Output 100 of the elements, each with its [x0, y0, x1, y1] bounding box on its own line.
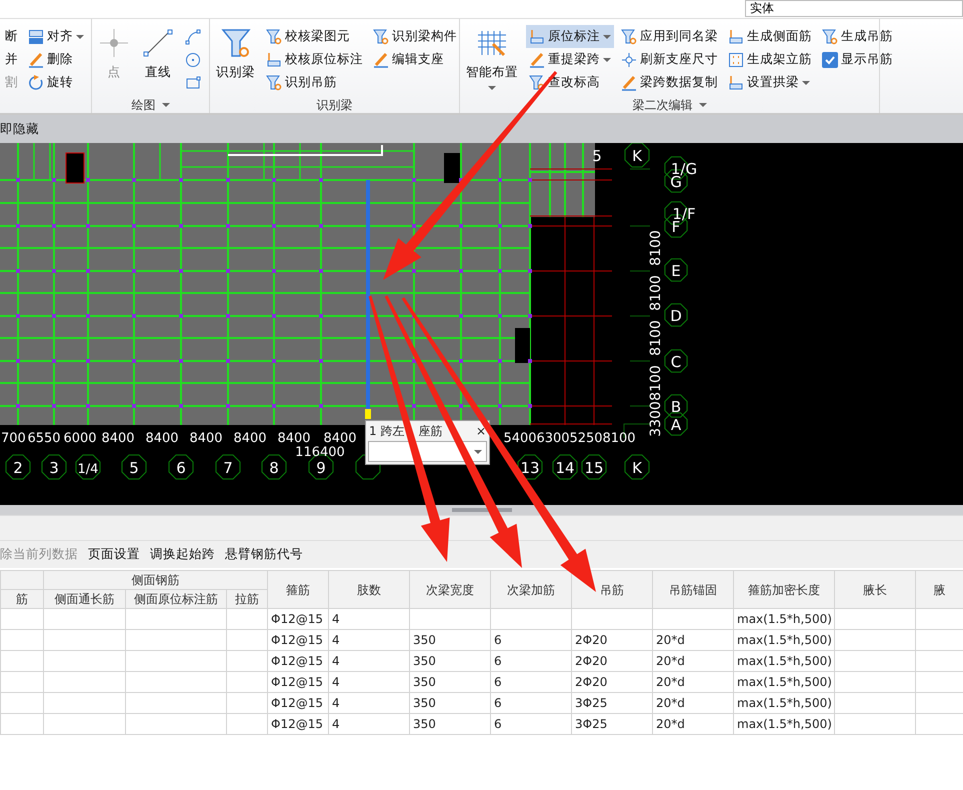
ribbon-button[interactable]: 生成架立筋 [725, 48, 815, 71]
axis-label: 5 [129, 459, 139, 477]
ribbon-button[interactable]: 生成吊筋 [819, 25, 896, 48]
axis-label: 8 [269, 459, 279, 477]
table-cell: 20*d [652, 714, 734, 734]
point-icon [98, 27, 130, 59]
column-header: 拉筋 [226, 590, 268, 608]
table-cell: 6 [490, 692, 572, 714]
toolbar-button[interactable]: 悬臂钢筋代号 [225, 545, 303, 564]
ribbon-button[interactable]: 原位标注 [526, 25, 614, 48]
dimension-label: 8100 [648, 230, 664, 266]
group-label[interactable]: 梁二次编辑 [632, 94, 706, 116]
search-field[interactable]: 实体 [745, 0, 963, 17]
close-button[interactable]: × [476, 422, 486, 440]
ribbon-button[interactable]: 旋转 [25, 71, 87, 94]
table-cell: 3Φ25 [572, 692, 653, 714]
ribbon-button[interactable]: 校核原位标注 [263, 48, 366, 71]
beam-icon [266, 52, 282, 68]
table-cell: Φ12@15 [268, 650, 329, 672]
funnel-icon [266, 74, 282, 90]
axis-label: 14 [555, 459, 575, 477]
axis-label: C [670, 353, 682, 371]
group-label[interactable]: 识别梁 [316, 94, 352, 116]
column-header: 次梁加筋 [490, 570, 572, 608]
table-cell: max(1.5*h,500) [734, 608, 835, 630]
table-cell: 3Φ25 [572, 714, 653, 734]
axis-label: 5 [592, 147, 602, 165]
column-header: 侧面原位标注筋 [126, 590, 226, 608]
ribbon-button[interactable]: 直线 [138, 25, 178, 84]
axis-label: A [670, 416, 682, 434]
popup-title: 座筋 [418, 423, 442, 440]
funnel-icon [621, 28, 637, 44]
table-cell: 2Φ20 [572, 672, 653, 692]
ribbon-button[interactable]: 智能布置 [462, 25, 522, 92]
table-cell: 350 [410, 630, 491, 650]
funnel-icon [529, 74, 545, 90]
ribbon-button[interactable]: 识别梁构件 [370, 25, 460, 48]
table-cell: 6 [490, 714, 572, 734]
table-cell: max(1.5*h,500) [734, 672, 835, 692]
ribbon-button[interactable]: 校核梁图元 [263, 25, 366, 48]
toolbar-button[interactable]: 调换起始跨 [150, 545, 215, 564]
table-cell: max(1.5*h,500) [734, 650, 835, 672]
group-label[interactable]: 绘图 [132, 94, 170, 116]
beam-icon [728, 74, 744, 90]
table-cell: Φ12@15 [268, 672, 329, 692]
dimension-label: 8400 [189, 431, 223, 446]
rectangle-icon[interactable] [185, 74, 201, 90]
ribbon-button[interactable]: 编辑支座 [370, 48, 460, 71]
table-cell: max(1.5*h,500) [734, 714, 835, 734]
ribbon-button[interactable]: 识别吊筋 [263, 71, 366, 94]
line-icon [142, 27, 174, 59]
checkbox-option[interactable]: 显示吊筋 [819, 48, 896, 71]
dimension-label: 8100 [648, 275, 664, 311]
ribbon-button[interactable]: 删除 [25, 48, 87, 71]
table-cell: 6 [490, 630, 572, 650]
axis-label: F [672, 218, 680, 236]
dimension-label: 8100 [602, 431, 636, 446]
circle-icon[interactable] [185, 52, 201, 68]
table-cell: Φ12@15 [268, 714, 329, 734]
table-cell: Φ12@15 [268, 630, 329, 650]
axis-label: 2 [13, 459, 23, 477]
arc-icon[interactable] [185, 28, 201, 44]
ribbon-button[interactable]: 识别梁 [212, 25, 259, 84]
table-cell: 4 [328, 672, 410, 692]
dimension-label: 8100 [648, 320, 664, 356]
ribbon-button[interactable]: 对齐 [25, 25, 87, 48]
column-header: 肢数 [328, 570, 410, 608]
popup-title: 1 跨左 [369, 423, 404, 440]
rotate-icon [28, 74, 44, 90]
checkbox[interactable] [822, 52, 838, 68]
axis-label: 6 [176, 459, 186, 477]
ribbon-button[interactable]: 重提梁跨 [526, 48, 614, 71]
axis-label: 13 [520, 459, 540, 477]
ribbon-button[interactable]: 设置拱梁 [725, 71, 815, 94]
table-cell: 350 [410, 714, 491, 734]
table-cell: 20*d [652, 630, 734, 650]
toolbar-button[interactable]: 页面设置 [88, 545, 140, 564]
ribbon-button[interactable]: 生成侧面筋 [725, 25, 815, 48]
ribbon-button[interactable]: 断 [2, 25, 21, 48]
dimension-label: 6000 [63, 431, 97, 446]
column-header: 侧面钢筋 [44, 570, 268, 590]
column-header: 吊筋 [572, 570, 653, 608]
table-cell: 6 [490, 650, 572, 672]
table-cell: 4 [328, 714, 410, 734]
dimension-label: 5400 [503, 431, 537, 446]
table-cell: 350 [410, 650, 491, 672]
ribbon-button[interactable]: 梁跨数据复制 [618, 71, 721, 94]
table-cell: 4 [328, 650, 410, 672]
dimension-label: 8400 [233, 431, 267, 446]
dimension-label: 700 [1, 431, 26, 446]
dimension-label: 8400 [277, 431, 311, 446]
dimension-label: 8100 [648, 365, 664, 401]
table-cell: 4 [328, 630, 410, 650]
ribbon-button[interactable]: 刷新支座尺寸 [618, 48, 721, 71]
axis-label: 7 [223, 459, 233, 477]
dimension-label: 6550 [27, 431, 61, 446]
ribbon-button[interactable]: 应用到同名梁 [618, 25, 721, 48]
ribbon-button[interactable]: 并 [2, 48, 21, 71]
brush-icon [28, 52, 44, 68]
axis-label: B [670, 398, 682, 416]
